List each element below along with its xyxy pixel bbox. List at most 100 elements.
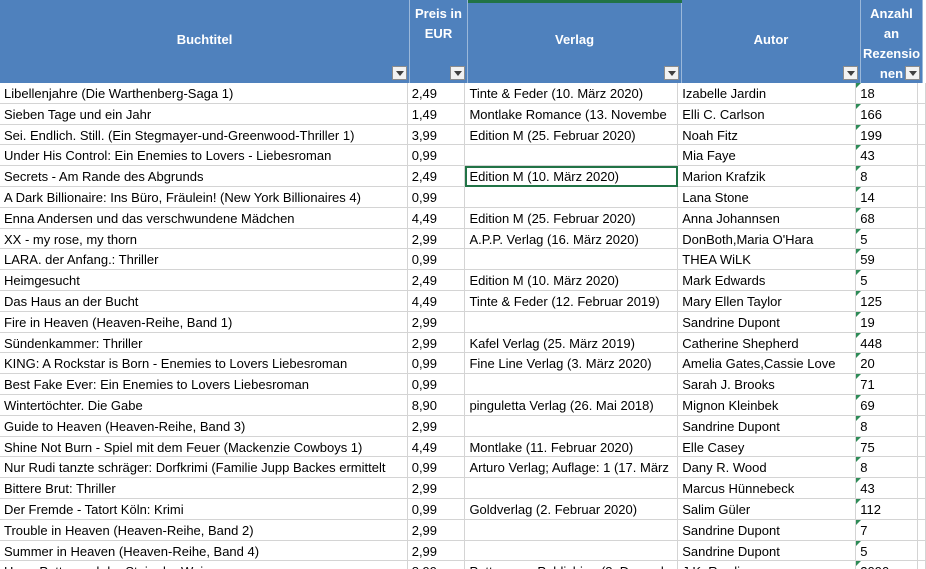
title-cell[interactable]: Trouble in Heaven (Heaven-Reihe, Band 2) — [0, 519, 408, 541]
reviews-cell[interactable]: 5 — [856, 270, 918, 291]
publisher-cell[interactable] — [465, 374, 679, 395]
title-cell[interactable]: Sündenkammer: Thriller — [0, 332, 408, 354]
empty-cell[interactable] — [917, 145, 926, 167]
filter-button-author[interactable] — [843, 66, 858, 80]
empty-cell[interactable] — [917, 540, 926, 562]
publisher-cell[interactable]: Edition M (25. Februar 2020) — [465, 207, 679, 229]
author-cell[interactable]: Sarah J. Brooks — [678, 374, 857, 395]
author-cell[interactable]: Catherine Shepherd — [678, 332, 857, 354]
empty-cell[interactable] — [917, 498, 926, 520]
author-cell[interactable]: Anna Johannsen — [678, 207, 857, 229]
reviews-cell[interactable]: 7 — [856, 519, 918, 541]
reviews-cell[interactable]: 43 — [856, 478, 918, 499]
reviews-cell[interactable]: 199 — [856, 124, 918, 146]
title-cell[interactable]: Secrets - Am Rande des Abgrunds — [0, 166, 408, 187]
price-cell[interactable]: 2,49 — [407, 166, 466, 187]
title-cell[interactable]: Summer in Heaven (Heaven-Reihe, Band 4) — [0, 540, 408, 562]
reviews-cell[interactable]: 5 — [856, 228, 918, 250]
author-cell[interactable]: Mia Faye — [678, 145, 857, 167]
publisher-cell[interactable] — [465, 519, 679, 541]
publisher-cell[interactable]: A.P.P. Verlag (16. März 2020) — [465, 228, 679, 250]
publisher-cell[interactable]: Edition M (10. März 2020) — [465, 166, 679, 187]
reviews-cell[interactable]: 20 — [856, 353, 918, 375]
header-publisher[interactable]: Verlag — [468, 0, 682, 83]
price-cell[interactable]: 2,99 — [407, 540, 466, 562]
publisher-cell[interactable] — [465, 311, 679, 333]
reviews-cell[interactable]: 68 — [856, 207, 918, 229]
author-cell[interactable]: Elle Casey — [678, 436, 857, 458]
empty-cell[interactable] — [917, 436, 926, 458]
reviews-cell[interactable]: 75 — [856, 436, 918, 458]
price-cell[interactable]: 0,99 — [407, 186, 466, 208]
reviews-cell[interactable]: 112 — [856, 498, 918, 520]
price-cell[interactable]: 4,49 — [407, 207, 466, 229]
reviews-cell[interactable]: 14 — [856, 186, 918, 208]
empty-cell[interactable] — [917, 374, 926, 395]
empty-cell[interactable] — [917, 311, 926, 333]
publisher-cell[interactable] — [465, 415, 679, 437]
empty-cell[interactable] — [917, 415, 926, 437]
publisher-cell[interactable]: Fine Line Verlag (3. März 2020) — [465, 353, 679, 375]
header-title[interactable]: Buchtitel — [0, 0, 410, 83]
title-cell[interactable]: Bittere Brut: Thriller — [0, 478, 408, 499]
publisher-cell[interactable]: Kafel Verlag (25. März 2019) — [465, 332, 679, 354]
reviews-cell[interactable]: 43 — [856, 145, 918, 167]
reviews-cell[interactable]: 448 — [856, 332, 918, 354]
publisher-cell[interactable] — [465, 478, 679, 499]
empty-cell[interactable] — [917, 290, 926, 312]
publisher-cell[interactable]: Edition M (25. Februar 2020) — [465, 124, 679, 146]
empty-cell[interactable] — [917, 124, 926, 146]
filter-button-reviews[interactable] — [905, 66, 920, 80]
publisher-cell[interactable]: Arturo Verlag; Auflage: 1 (17. März — [465, 457, 679, 479]
empty-cell[interactable] — [917, 353, 926, 375]
price-cell[interactable]: 8,90 — [407, 394, 466, 416]
title-cell[interactable]: Heimgesucht — [0, 270, 408, 291]
publisher-cell[interactable] — [465, 186, 679, 208]
reviews-cell[interactable]: 8 — [856, 415, 918, 437]
empty-cell[interactable] — [917, 166, 926, 187]
price-cell[interactable]: 2,99 — [407, 519, 466, 541]
publisher-cell[interactable] — [465, 249, 679, 271]
price-cell[interactable]: 2,99 — [407, 311, 466, 333]
empty-cell[interactable] — [917, 478, 926, 499]
filter-button-title[interactable] — [392, 66, 407, 80]
empty-cell[interactable] — [917, 207, 926, 229]
empty-cell[interactable] — [917, 270, 926, 291]
empty-cell[interactable] — [917, 519, 926, 541]
filter-button-price[interactable] — [450, 66, 465, 80]
price-cell[interactable]: 3,99 — [407, 124, 466, 146]
author-cell[interactable]: Mary Ellen Taylor — [678, 290, 857, 312]
reviews-cell[interactable]: 5 — [856, 540, 918, 562]
title-cell[interactable]: Nur Rudi tanzte schräger: Dorfkrimi (Fam… — [0, 457, 408, 479]
author-cell[interactable]: Sandrine Dupont — [678, 415, 857, 437]
author-cell[interactable]: DonBoth,Maria O'Hara — [678, 228, 857, 250]
author-cell[interactable]: Lana Stone — [678, 186, 857, 208]
price-cell[interactable]: 2,49 — [407, 270, 466, 291]
author-cell[interactable]: Marcus Hünnebeck — [678, 478, 857, 499]
title-cell[interactable]: A Dark Billionaire: Ins Büro, Fräulein! … — [0, 186, 408, 208]
reviews-cell[interactable]: 166 — [856, 103, 918, 125]
title-cell[interactable]: Fire in Heaven (Heaven-Reihe, Band 1) — [0, 311, 408, 333]
author-cell[interactable]: Izabelle Jardin — [678, 83, 857, 104]
header-author[interactable]: Autor — [682, 0, 861, 83]
title-cell[interactable]: Enna Andersen und das verschwundene Mädc… — [0, 207, 408, 229]
author-cell[interactable]: Elli C. Carlson — [678, 103, 857, 125]
publisher-cell[interactable]: Goldverlag (2. Februar 2020) — [465, 498, 679, 520]
title-cell[interactable]: Sei. Endlich. Still. (Ein Stegmayer-und-… — [0, 124, 408, 146]
empty-cell[interactable] — [917, 228, 926, 250]
title-cell[interactable]: Best Fake Ever: Ein Enemies to Lovers Li… — [0, 374, 408, 395]
empty-cell[interactable] — [917, 457, 926, 479]
price-cell[interactable]: 4,49 — [407, 436, 466, 458]
price-cell[interactable]: 2,49 — [407, 83, 466, 104]
publisher-cell[interactable]: Tinte & Feder (10. März 2020) — [465, 83, 679, 104]
title-cell[interactable]: Harry Potter und der Stein der Weisen — [0, 561, 408, 569]
author-cell[interactable]: Mignon Kleinbek — [678, 394, 857, 416]
reviews-cell[interactable]: 2090 — [856, 561, 918, 569]
author-cell[interactable]: Marion Krafzik — [678, 166, 857, 187]
title-cell[interactable]: Libellenjahre (Die Warthenberg-Saga 1) — [0, 83, 408, 104]
title-cell[interactable]: Der Fremde - Tatort Köln: Krimi — [0, 498, 408, 520]
price-cell[interactable]: 8,99 — [408, 561, 466, 569]
author-cell[interactable]: Sandrine Dupont — [678, 519, 857, 541]
publisher-cell[interactable]: Pottermore Publishing (8. Dezemb — [465, 561, 679, 569]
price-cell[interactable]: 1,49 — [407, 103, 466, 125]
